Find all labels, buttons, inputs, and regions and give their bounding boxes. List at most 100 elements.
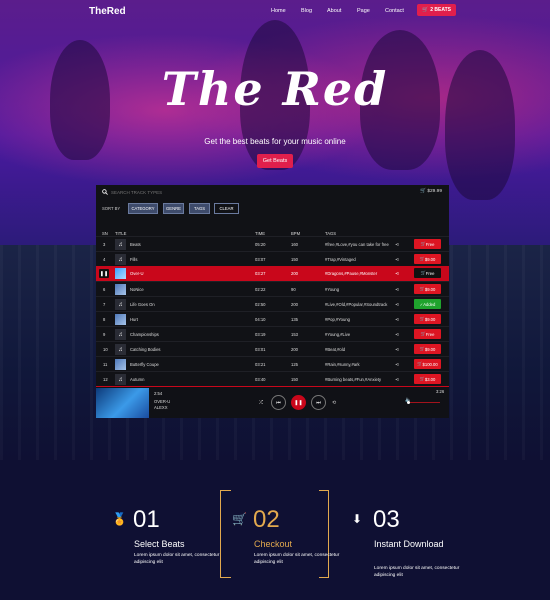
- track-title[interactable]: Autumn: [130, 377, 144, 382]
- share-icon[interactable]: ⋖: [395, 317, 399, 323]
- table-row[interactable]: ❚❚ Over-U 03:27 200 #Dragons,#Pause,#Monster…: [96, 266, 449, 281]
- price-button[interactable]: ✓ Added: [414, 299, 441, 309]
- table-row[interactable]: 12 ♫ Autumn 03:40 150 #Burning beats,#Fun,#An…: [96, 371, 449, 386]
- track-sn: 10: [103, 347, 108, 352]
- share-icon[interactable]: ⋖: [395, 332, 399, 338]
- track-time: 02:22: [255, 287, 266, 292]
- track-tags: #Young: [325, 287, 340, 292]
- clear-filters-button[interactable]: CLEAR: [214, 203, 239, 214]
- logo[interactable]: TheRed: [89, 6, 126, 17]
- track-title[interactable]: Butterfly Coupe: [130, 362, 159, 367]
- track-thumbnail: [115, 284, 126, 295]
- track-time: 03:07: [255, 257, 266, 262]
- track-thumbnail: ♫: [115, 239, 126, 250]
- now-playing-title: OVER-U: [154, 399, 171, 404]
- next-button[interactable]: ⏭: [311, 395, 326, 410]
- filter-tags-label: TAGS: [193, 206, 206, 211]
- track-thumbnail: ♫: [115, 329, 126, 340]
- nav-link-blog[interactable]: Blog: [301, 8, 312, 14]
- step-title: Instant Download: [374, 539, 444, 549]
- track-title[interactable]: Hurt: [130, 317, 138, 322]
- nav-link-page[interactable]: Page: [357, 8, 370, 14]
- cart-button-label: 2 BEATS: [430, 7, 451, 13]
- nav-link-home[interactable]: Home: [271, 8, 286, 14]
- filter-genre[interactable]: GENRE: [163, 203, 184, 214]
- share-icon[interactable]: ⋖: [395, 377, 399, 383]
- price-button[interactable]: 🛒 $3.00: [414, 374, 441, 384]
- pause-button[interactable]: ❚❚: [291, 395, 306, 410]
- track-thumbnail: ♫: [115, 344, 126, 355]
- cart-button[interactable]: 🛒 2 BEATS: [417, 4, 456, 16]
- nav-link-contact[interactable]: Contact: [385, 8, 404, 14]
- track-title[interactable]: Life Goes On: [130, 302, 155, 307]
- row-pause-button[interactable]: ❚❚: [99, 269, 109, 278]
- step-title: Select Beats: [134, 539, 185, 549]
- share-icon[interactable]: ⋖: [395, 271, 399, 277]
- track-thumbnail: ♫: [115, 299, 126, 310]
- next-icon: ⏭: [316, 399, 321, 406]
- track-title[interactable]: Over-U: [130, 271, 144, 276]
- table-row[interactable]: 6 NoNice 02:22 90 #Young ⋖ 🛒 $9.00: [96, 281, 449, 296]
- track-title[interactable]: Championships: [130, 332, 159, 337]
- repeat-icon[interactable]: ⟲: [332, 400, 336, 406]
- table-row[interactable]: 4 ♫ Fills 03:07 150 #Trap,#Vintaged ⋖ 🛒 $9.00: [96, 251, 449, 266]
- now-playing-artwork: [96, 388, 149, 418]
- table-row[interactable]: 3 ♫ Beats 05:20 160 #free,#Love,#you can take…: [96, 236, 449, 251]
- price-button[interactable]: 🛒 $100.00: [414, 359, 441, 369]
- track-title[interactable]: Catching Bodies: [130, 347, 161, 352]
- track-tags: #Live,#Old,#Popular,#Soundtrack: [325, 302, 388, 307]
- filter-category[interactable]: CATEGORY: [128, 203, 158, 214]
- cart-total[interactable]: 🛒 $29.99: [420, 189, 442, 194]
- nav-link-about[interactable]: About: [327, 8, 341, 14]
- track-thumbnail: [115, 314, 126, 325]
- price-button[interactable]: 🛒 $9.00: [414, 254, 441, 264]
- search-input[interactable]: [111, 188, 261, 196]
- track-time: 03:01: [255, 347, 266, 352]
- price-button[interactable]: 🛒 Free: [414, 239, 441, 249]
- track-time: 03:27: [255, 271, 266, 276]
- price-button[interactable]: 🛒 $9.00: [414, 344, 441, 354]
- track-bpm: 160: [291, 242, 298, 247]
- table-row[interactable]: 8 Hurt 04:10 135 #Pop,#Young ⋖ 🛒 $9.00: [96, 311, 449, 326]
- track-bpm: 150: [291, 257, 298, 262]
- filter-tags[interactable]: TAGS: [189, 203, 210, 214]
- search-icon: [102, 189, 108, 195]
- price-label: Free: [425, 241, 435, 247]
- track-title[interactable]: NoNice: [130, 287, 144, 292]
- price-button[interactable]: 🛒 Free: [414, 268, 441, 278]
- track-tags: #Burning beats,#Fun,#Anxiety: [325, 377, 382, 382]
- sort-by-label: SORT BY: [102, 206, 121, 211]
- now-playing-artist: ALEXX: [154, 405, 168, 410]
- price-label: $9.00: [424, 346, 436, 352]
- track-bpm: 90: [291, 287, 296, 292]
- price-button[interactable]: 🛒 $9.00: [414, 284, 441, 294]
- shuffle-icon[interactable]: ⤮: [259, 400, 263, 406]
- share-icon[interactable]: ⋖: [395, 362, 399, 368]
- track-title[interactable]: Beats: [130, 242, 141, 247]
- previous-button[interactable]: ⏮: [271, 395, 286, 410]
- get-beats-button[interactable]: Get Beats: [257, 154, 293, 168]
- track-time: 03:19: [255, 332, 266, 337]
- price-label: $3.00: [424, 376, 436, 382]
- track-bpm: 200: [291, 347, 298, 352]
- table-row[interactable]: 7 ♫ Life Goes On 02:50 200 #Live,#Old,#Popula…: [96, 296, 449, 311]
- share-icon[interactable]: ⋖: [395, 242, 399, 248]
- track-duration: 3:26: [436, 389, 445, 394]
- share-icon[interactable]: ⋖: [395, 302, 399, 308]
- share-icon[interactable]: ⋖: [395, 287, 399, 293]
- medal-icon: 🏅: [112, 512, 127, 526]
- volume-slider[interactable]: [407, 401, 440, 404]
- table-row[interactable]: 9 ♫ Championships 03:19 153 #Young,#Live ⋖ 🛒 Fr…: [96, 326, 449, 341]
- table-row[interactable]: 10 ♫ Catching Bodies 03:01 200 #Beat,#old ⋖ 🛒 $…: [96, 341, 449, 356]
- track-time: 03:40: [255, 377, 266, 382]
- share-icon[interactable]: ⋖: [395, 257, 399, 263]
- price-label: Free: [425, 331, 435, 337]
- price-button[interactable]: 🛒 Free: [414, 329, 441, 339]
- track-title[interactable]: Fills: [130, 257, 137, 262]
- elapsed-time: 2:54: [154, 391, 163, 396]
- price-button[interactable]: 🛒 $9.00: [414, 314, 441, 324]
- table-row[interactable]: 11 Butterfly Coupe 03:21 125 #Rain,#sunny,#a…: [96, 356, 449, 371]
- hero-title: The Red: [161, 62, 389, 116]
- track-bpm: 153: [291, 332, 298, 337]
- share-icon[interactable]: ⋖: [395, 347, 399, 353]
